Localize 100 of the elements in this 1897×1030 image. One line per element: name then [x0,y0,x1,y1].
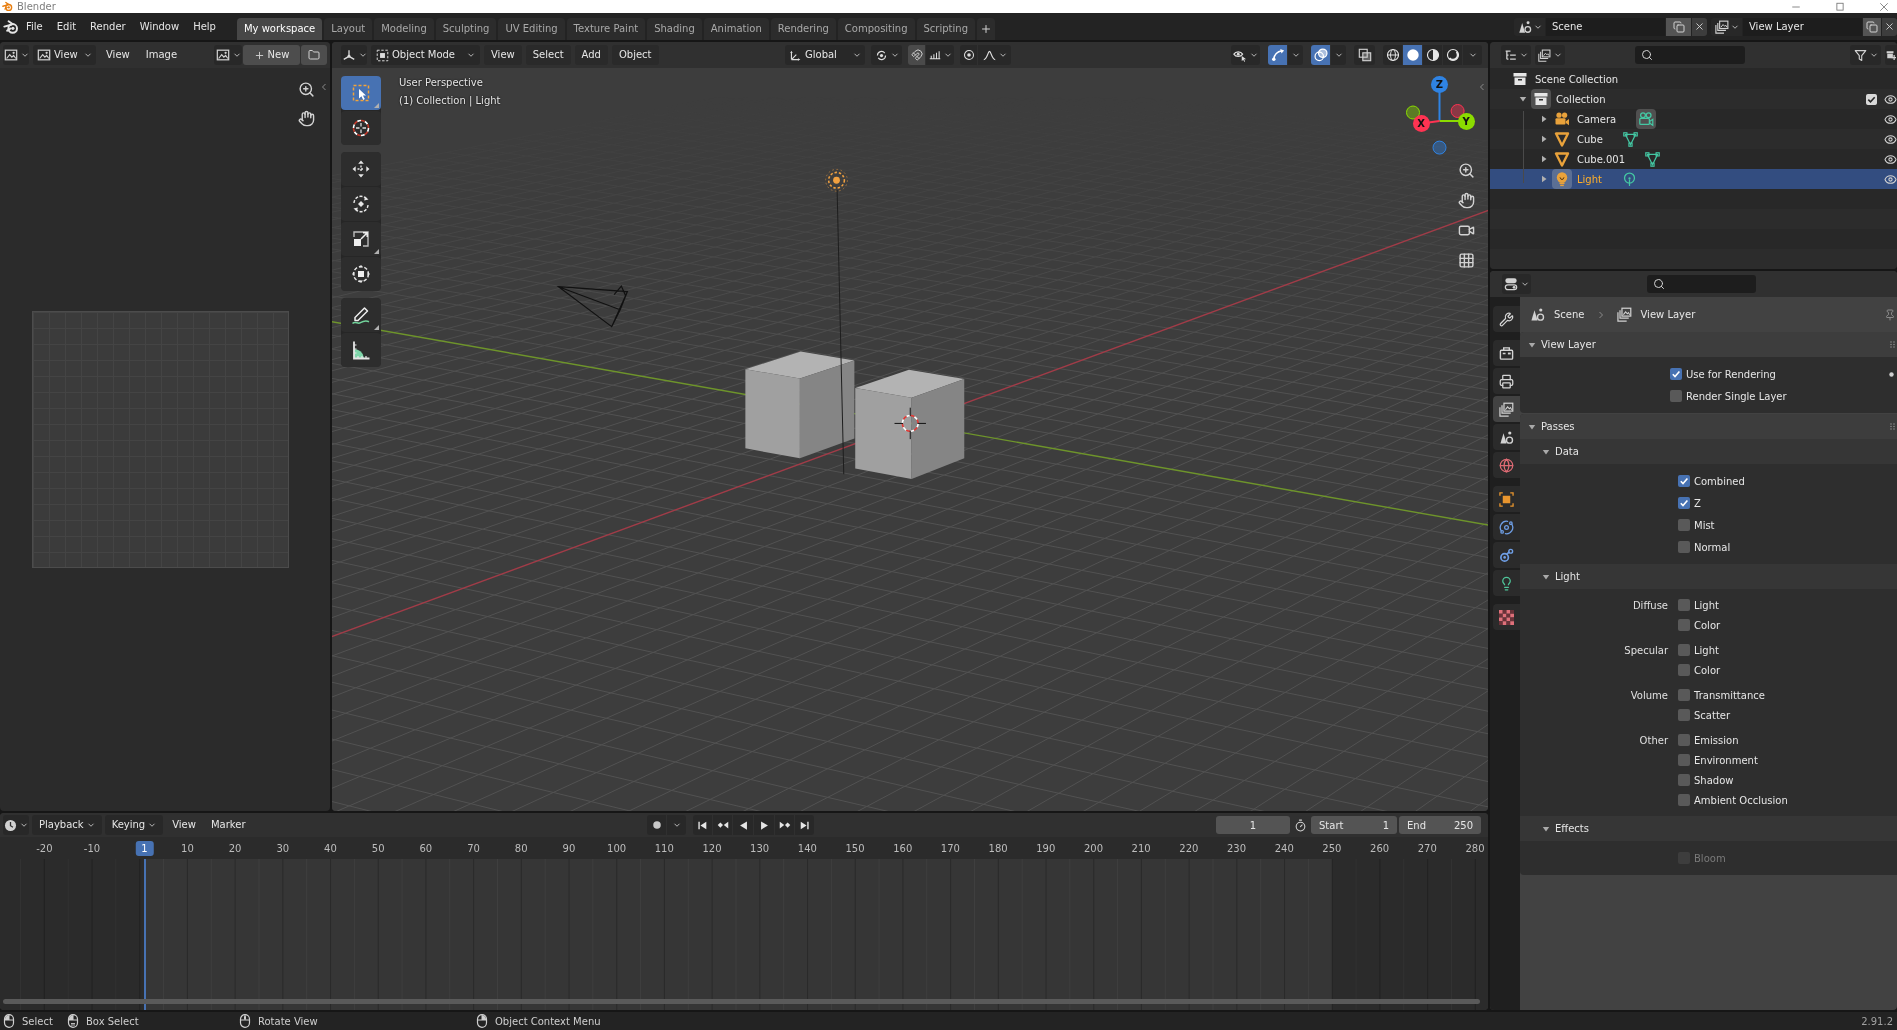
play-reverse-button[interactable] [733,815,753,835]
workspace-tab[interactable]: Layout [324,18,373,40]
checkbox[interactable] [1678,475,1690,487]
editor-type-button[interactable] [341,45,367,65]
expand-arrow-icon[interactable] [1540,175,1548,183]
grid-icon[interactable] [1458,252,1475,269]
checkbox[interactable] [1678,689,1690,701]
eye-icon[interactable] [1884,112,1897,126]
option-label[interactable]: Z [1694,497,1701,509]
option-label[interactable]: Emission [1694,734,1739,746]
expand-arrow-icon[interactable] [1542,824,1550,833]
filter-dropdown[interactable] [1850,45,1881,65]
shading-mode-button[interactable] [1383,45,1402,65]
panel-title[interactable]: Passes [1541,421,1575,432]
next-keyframe-button[interactable] [775,815,794,835]
zoom-icon[interactable] [1458,162,1475,179]
gizmo-toggle[interactable] [1268,45,1287,65]
expand-arrow-icon[interactable] [1542,447,1550,456]
option-label[interactable]: Use for Rendering [1686,368,1776,380]
scene-browse-button[interactable] [1514,17,1545,36]
menu-item[interactable]: Help [186,16,223,37]
editor-type-button[interactable] [3,45,29,65]
option-label[interactable]: Render Single Layer [1686,390,1787,402]
menu-item[interactable]: View [484,45,522,65]
horizontal-scrollbar[interactable] [3,999,1480,1004]
tool-button[interactable] [341,298,381,332]
subpanel-title[interactable]: Light [1555,571,1580,582]
falloff-dropdown[interactable] [978,45,1011,65]
view-layer-name-field[interactable]: View Layer [1743,17,1862,36]
properties-tab[interactable] [1493,542,1520,568]
menu-item[interactable]: Window [132,16,187,37]
properties-tab[interactable] [1493,486,1520,512]
expand-arrow-icon[interactable] [1542,572,1550,581]
workspace-tab[interactable]: Compositing [837,18,915,40]
orientation-dropdown[interactable]: Global [785,45,865,65]
image-browse-button[interactable] [214,45,242,65]
expand-arrow-icon[interactable] [1528,422,1536,431]
delete-view-layer-button[interactable] [1882,17,1897,36]
expand-arrow-icon[interactable] [1540,135,1548,143]
add-workspace-button[interactable] [977,18,995,40]
option-label[interactable]: Normal [1694,541,1731,553]
expand-arrow-icon[interactable] [1540,155,1548,163]
view-layer-filter-dropdown[interactable] [1535,45,1565,65]
display-mode-dropdown[interactable] [1501,45,1531,65]
properties-tab[interactable] [1493,306,1520,332]
properties-tab[interactable] [1493,514,1520,540]
option-label[interactable]: Environment [1694,754,1758,766]
workspace-tab[interactable]: Sculpting [435,18,497,40]
editor-type-button[interactable] [1502,274,1531,294]
menu-item[interactable]: Edit [49,16,84,37]
checkbox[interactable] [1678,664,1690,676]
copy-scene-button[interactable] [1666,17,1691,36]
checkbox[interactable] [1678,519,1690,531]
expand-arrow-icon[interactable] [1519,95,1527,103]
properties-tab[interactable] [1493,368,1520,394]
tool-button[interactable] [341,222,381,256]
zoom-icon[interactable] [298,81,315,98]
workspace-tab[interactable]: UV Editing [498,18,565,40]
menu-item[interactable]: Select [525,45,571,65]
jump-to-end-button[interactable] [795,815,814,835]
jump-to-start-button[interactable] [693,815,712,835]
option-label[interactable]: Transmittance [1694,689,1765,701]
checkbox[interactable] [1678,497,1690,509]
properties-tab[interactable] [1493,424,1520,450]
subpanel-title[interactable]: Effects [1555,823,1589,834]
view-layer-browse-button[interactable] [1711,17,1742,36]
expand-arrow-icon[interactable] [1540,115,1548,123]
checkbox[interactable] [1678,599,1690,611]
pin-icon[interactable] [1884,308,1896,321]
checkbox[interactable] [1678,619,1690,631]
menu-item[interactable]: Marker [204,815,252,835]
axis-handle[interactable]: Z [1431,76,1448,94]
end-frame-field[interactable]: End 250 [1399,816,1481,834]
tool-button[interactable] [341,257,381,291]
close-button[interactable] [1877,0,1891,13]
maximize-button[interactable] [1833,0,1847,13]
delete-scene-button[interactable] [1692,17,1707,36]
visibility-dropdown[interactable] [1231,45,1260,65]
option-label[interactable]: Scatter [1694,709,1731,721]
checkbox[interactable] [1678,709,1690,721]
outliner-search-field[interactable] [1635,46,1745,64]
mode-dropdown[interactable]: Object Mode [371,45,480,65]
tool-button[interactable] [341,111,381,145]
outliner-item-label[interactable]: Collection [1556,93,1606,105]
start-frame-field[interactable]: Start 1 [1311,816,1397,834]
option-label[interactable]: Color [1694,664,1721,676]
eye-icon[interactable] [1884,92,1897,106]
workspace-tab[interactable]: Animation [703,18,769,40]
option-label[interactable]: Light [1694,599,1719,611]
option-label[interactable]: Combined [1694,475,1745,487]
new-image-button[interactable]: New [243,45,300,65]
outliner-item-label[interactable]: Cube [1577,133,1603,145]
play-button[interactable] [754,815,774,835]
current-frame-field[interactable]: 1 [1216,816,1290,834]
eye-icon[interactable] [1884,152,1897,166]
checkbox[interactable] [1678,794,1690,806]
outliner-item-label[interactable]: Cube.001 [1577,153,1626,165]
properties-search-field[interactable] [1647,275,1756,293]
mode-dropdown[interactable]: View [33,45,96,65]
new-collection-button[interactable] [1885,45,1897,65]
